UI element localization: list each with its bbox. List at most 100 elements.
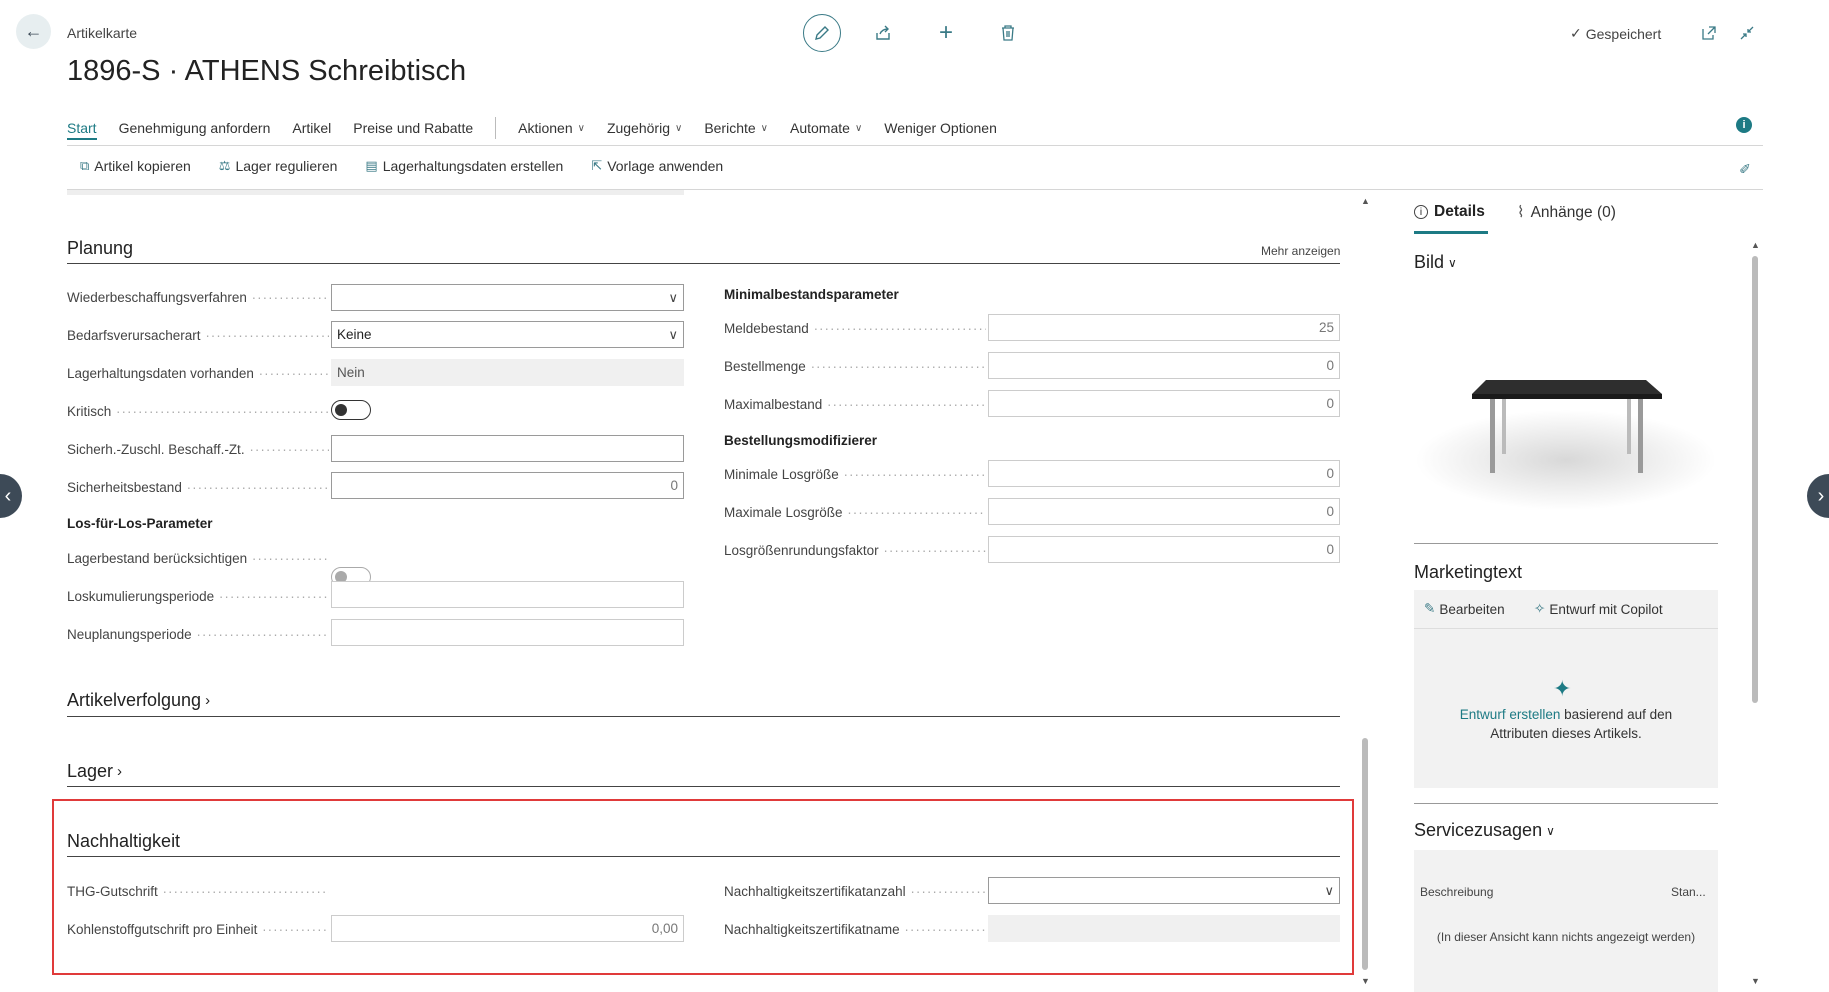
menu-aktionen[interactable]: Aktionen ∨ [518,120,585,136]
copy-icon: ⧉ [80,158,90,173]
tab-attachments[interactable]: ⌇ Anhänge (0) [1517,203,1616,222]
rescheduling-period-input[interactable] [331,619,684,646]
section-divider [67,786,1340,787]
chevron-right-icon: › [1817,484,1825,507]
plus-icon: + [938,19,953,46]
chevron-down-icon: ∨ [854,122,863,134]
field-label: Maximalbestand [724,397,986,412]
create-sku-action[interactable]: ▤ Lagerhaltungsdaten erstellen [365,158,563,174]
menu-start[interactable]: Start [67,120,97,140]
marketing-toolbar-divider [1414,628,1718,629]
collapse-icon [1740,26,1754,40]
marketing-empty-message: Entwurf erstellen basierend auf den Attr… [1459,707,1673,741]
field-label: Bestellmenge [724,359,986,374]
field-label: Lagerbestand berücksichtigen [67,551,329,566]
copy-item-action[interactable]: ⧉ Artikel kopieren [80,158,191,174]
pin-button[interactable]: ✐ [1734,158,1756,180]
field-label: Lagerhaltungsdaten vorhanden [67,366,329,381]
draft-link[interactable]: Entwurf erstellen [1460,707,1561,722]
field-label: Minimale Losgröße [724,467,986,482]
scroll-down-arrow[interactable]: ▼ [1361,976,1370,986]
open-new-window-button[interactable] [1696,20,1722,46]
menu-zugehoerig[interactable]: Zugehörig ∨ [607,120,682,136]
field-label: Nachhaltigkeitszertifikatname [724,922,986,937]
new-button[interactable]: + [933,19,959,46]
pencil-icon [815,26,829,40]
marketing-edit-button[interactable]: ✎ Bearbeiten [1424,601,1505,617]
section-header-lager[interactable]: Lager › [67,761,122,782]
apply-template-action[interactable]: ⇱ Vorlage anwenden [591,158,723,174]
minimum-lot-size-input[interactable]: 0 [988,460,1340,487]
chevron-right-icon: › [205,692,211,709]
menu-preise[interactable]: Preise und Rabatte [353,120,473,136]
factbox-marketing-title: Marketingtext [1414,562,1523,582]
factbox-divider [1414,543,1718,544]
chevron-down-icon: ∨ [577,122,585,134]
field-label: Neuplanungsperiode [67,627,329,642]
share-button[interactable] [870,20,896,46]
chevron-right-icon: › [117,763,123,780]
factbox-divider [1414,803,1718,804]
copilot-draft-button[interactable]: ✧ Entwurf mit Copilot [1534,601,1663,617]
chevron-down-icon: ∨ [760,122,768,134]
subheading-order-modifiers: Bestellungsmodifizierer [724,433,878,448]
open-in-new-window-icon [1702,26,1716,40]
collapse-button[interactable] [1734,20,1760,46]
maximum-inventory-input[interactable]: 0 [988,390,1340,417]
menu-artikel[interactable]: Artikel [292,120,331,136]
sku-exists-field: Nein [331,359,684,386]
safety-stock-input[interactable]: 0 [331,472,684,499]
field-label: Wiederbeschaffungsverfahren [67,290,329,305]
edit-button[interactable] [803,14,841,52]
field-label: Kritisch [67,404,329,419]
column-header-standard[interactable]: Stan... [1671,885,1706,899]
main-scrollbar-thumb[interactable] [1362,738,1368,970]
field-label: Sicherheitsbestand [67,480,329,495]
copilot-icon: ✧ [1534,601,1546,616]
factbox-scroll-up-arrow[interactable]: ▲ [1751,240,1760,250]
reorder-point-input[interactable]: 25 [988,314,1340,341]
service-panel [1414,850,1718,992]
field-label: Sicherh.-Zuschl. Beschaff.-Zt. [67,442,329,457]
safety-lead-time-input[interactable] [331,435,684,462]
active-tab-indicator [1414,231,1488,234]
chevron-down-icon: ∨ [1324,882,1334,898]
section-divider [67,716,1340,717]
back-button[interactable]: ← [16,14,51,49]
lot-rounding-factor-input[interactable]: 0 [988,536,1340,563]
critical-toggle[interactable] [331,400,371,420]
chevron-down-icon: ∨ [668,326,678,342]
field-label: Meldebestand [724,321,986,336]
previous-record-button[interactable]: ‹ [0,474,22,518]
replenishment-system-select[interactable]: ∨ [331,284,684,311]
section-header-artikelverfolgung[interactable]: Artikelverfolgung › [67,690,210,711]
lot-accumulation-period-input[interactable] [331,581,684,608]
factbox-scrollbar-thumb[interactable] [1752,256,1758,703]
desk-image [1416,380,1716,510]
factbox-scroll-down-arrow[interactable]: ▼ [1751,976,1760,986]
check-icon: ✓ [1570,25,1582,41]
pin-icon: ✐ [1739,160,1751,177]
certificate-number-select[interactable]: ∨ [988,877,1340,904]
scroll-up-arrow[interactable]: ▲ [1361,196,1370,206]
menu-berichte[interactable]: Berichte ∨ [704,120,768,136]
delete-button[interactable] [995,20,1021,46]
chevron-down-icon: ∨ [674,122,683,134]
factbox-service-header[interactable]: Servicezusagen ∨ [1414,820,1555,841]
tab-details[interactable]: i Details [1414,203,1485,221]
menu-automate[interactable]: Automate ∨ [790,120,862,136]
order-tracking-policy-select[interactable]: Keine ∨ [331,321,684,348]
show-more-link[interactable]: Mehr anzeigen [1261,244,1340,258]
carbon-credit-per-unit-input[interactable]: 0,00 [331,915,684,942]
reorder-quantity-input[interactable]: 0 [988,352,1340,379]
menu-weniger-optionen[interactable]: Weniger Optionen [884,120,997,136]
info-icon[interactable]: i [1736,117,1752,133]
section-title-nachhaltigkeit: Nachhaltigkeit [67,831,181,851]
column-header-description[interactable]: Beschreibung [1420,885,1493,899]
maximum-lot-size-input[interactable]: 0 [988,498,1340,525]
adjust-inventory-action[interactable]: ⚖ Lager regulieren [219,158,338,174]
next-record-button[interactable]: › [1807,474,1829,518]
item-picture [1414,290,1718,530]
menu-genehmigung[interactable]: Genehmigung anfordern [119,120,271,136]
factbox-picture-header[interactable]: Bild ∨ [1414,252,1457,273]
